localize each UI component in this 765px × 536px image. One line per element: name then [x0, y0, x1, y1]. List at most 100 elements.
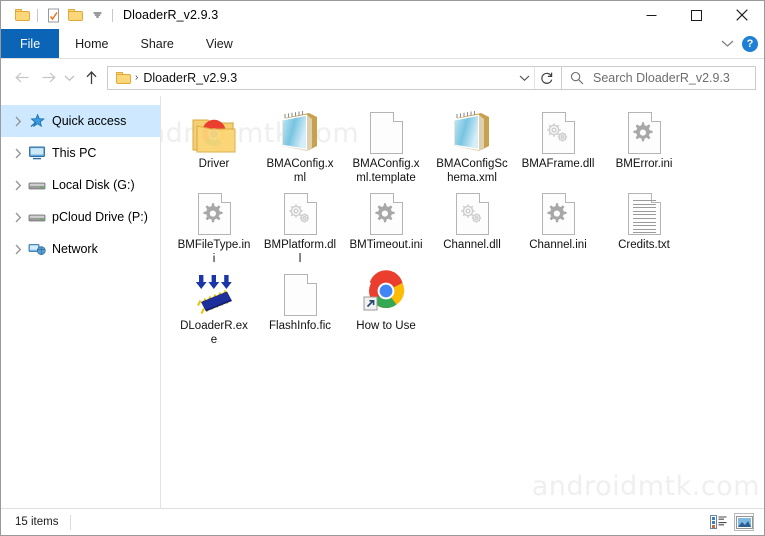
large-icons-view-button[interactable]: [734, 513, 754, 531]
sidebar-item-this-pc[interactable]: This PC: [1, 137, 160, 169]
help-icon[interactable]: ?: [742, 35, 758, 52]
qat-divider-1: [37, 8, 38, 22]
file-name: FlashInfo.fic: [269, 320, 331, 332]
customize-dropdown-icon[interactable]: [86, 4, 108, 26]
window-controls: [629, 1, 764, 29]
search-box[interactable]: Search DloaderR_v2.9.3: [562, 65, 756, 90]
file-name: BMPlatform.dll: [263, 239, 337, 265]
file-name: Credits.txt: [618, 239, 670, 251]
chevron-right-icon[interactable]: [9, 244, 26, 255]
title-bar: DloaderR_v2.9.3: [1, 1, 764, 29]
status-bar: 15 items: [1, 508, 764, 535]
sidebar-item-pcloud-drive-p[interactable]: pCloud Drive (P:): [1, 201, 160, 233]
breadcrumb-current[interactable]: DloaderR_v2.9.3: [143, 71, 237, 85]
window-title: DloaderR_v2.9.3: [123, 8, 219, 22]
item-count-label: 15 items: [15, 516, 59, 528]
search-input[interactable]: Search DloaderR_v2.9.3: [593, 71, 730, 85]
back-button[interactable]: [9, 65, 35, 91]
properties-icon[interactable]: [42, 4, 64, 26]
breadcrumb-separator: ›: [135, 72, 139, 83]
file-list-view[interactable]: androidmtk.com androidmtk.com: [161, 96, 764, 508]
new-folder-icon[interactable]: [64, 4, 86, 26]
chevron-right-icon[interactable]: [9, 148, 26, 159]
file-item[interactable]: BMAConfigSchema.xml: [429, 104, 515, 185]
file-name: Channel.ini: [529, 239, 587, 251]
chrome-shortcut-icon: [362, 270, 410, 316]
minimize-button[interactable]: [629, 1, 674, 29]
file-item[interactable]: BMTimeout.ini: [343, 185, 429, 266]
file-item[interactable]: Channel.ini: [515, 185, 601, 266]
exe-chip-icon: [190, 270, 238, 316]
sidebar-item-label: This PC: [52, 146, 97, 160]
file-name: BMTimeout.ini: [349, 239, 423, 251]
monitor-icon: [26, 145, 48, 161]
file-item[interactable]: BMAFrame.dll: [515, 104, 601, 185]
star-icon: [26, 113, 48, 130]
file-name: BMAFrame.dll: [521, 158, 595, 170]
address-bar[interactable]: › DloaderR_v2.9.3: [107, 65, 562, 90]
blank-file-icon: [362, 108, 410, 154]
recent-locations-icon[interactable]: [61, 65, 78, 91]
status-divider: [70, 514, 72, 530]
file-explorer-window: DloaderR_v2.9.3 File Home Share View ? ›…: [0, 0, 765, 536]
sidebar-item-label: Local Disk (G:): [52, 178, 135, 192]
xml-file-icon: [276, 108, 324, 154]
file-item[interactable]: BMError.ini: [601, 104, 687, 185]
close-button[interactable]: [719, 1, 764, 29]
file-name: Driver: [198, 158, 230, 170]
navigation-bar: › DloaderR_v2.9.3 Search DloaderR_v2.9.3: [1, 59, 764, 96]
tab-view[interactable]: View: [190, 29, 249, 58]
tab-home[interactable]: Home: [59, 29, 124, 58]
ini-file-icon: [190, 189, 238, 235]
file-item[interactable]: BMAConfig.xml.template: [343, 104, 429, 185]
file-name: BMAConfig.xml.template: [352, 158, 420, 184]
details-view-button[interactable]: [708, 513, 728, 531]
sidebar-item-label: Network: [52, 242, 98, 256]
chevron-right-icon[interactable]: [9, 180, 26, 191]
chevron-right-icon[interactable]: [9, 116, 26, 127]
drive-icon: [26, 211, 48, 224]
file-item[interactable]: Channel.dll: [429, 185, 515, 266]
sidebar-item-quick-access[interactable]: Quick access: [1, 105, 160, 137]
file-name: Channel.dll: [443, 239, 501, 251]
maximize-button[interactable]: [674, 1, 719, 29]
drive-icon: [26, 179, 48, 192]
file-item[interactable]: Credits.txt: [601, 185, 687, 266]
file-name: BMAConfigSchema.xml: [436, 158, 508, 184]
ini-file-icon: [534, 189, 582, 235]
navigation-pane: Quick access This PC Local Disk (G:) pCl…: [1, 96, 161, 508]
sidebar-item-network[interactable]: Network: [1, 233, 160, 265]
ribbon-tab-bar: File Home Share View ?: [1, 29, 764, 59]
dll-file-icon: [276, 189, 324, 235]
file-item[interactable]: Driver: [171, 104, 257, 185]
tab-share[interactable]: Share: [125, 29, 190, 58]
file-name: BMError.ini: [615, 158, 673, 170]
file-item[interactable]: How to Use: [343, 266, 429, 347]
file-grid: Driver BMAConfig.xml BMAConfig.xml.templ…: [161, 96, 764, 347]
file-item[interactable]: BMFileType.ini: [171, 185, 257, 266]
file-item[interactable]: FlashInfo.fic: [257, 266, 343, 347]
chevron-right-icon[interactable]: [9, 212, 26, 223]
address-dropdown-icon[interactable]: [514, 67, 534, 89]
breadcrumb[interactable]: › DloaderR_v2.9.3: [114, 71, 514, 85]
file-item[interactable]: DLoaderR.exe: [171, 266, 257, 347]
search-icon: [570, 71, 584, 84]
xml-file-icon: [448, 108, 496, 154]
forward-button[interactable]: [35, 65, 61, 91]
breadcrumb-folder-icon: [116, 71, 131, 84]
tab-file[interactable]: File: [1, 29, 60, 58]
file-item[interactable]: BMAConfig.xml: [257, 104, 343, 185]
file-item[interactable]: BMPlatform.dll: [257, 185, 343, 266]
folder-icon[interactable]: [11, 4, 33, 26]
network-icon: [26, 241, 48, 257]
up-button[interactable]: [78, 65, 104, 91]
expand-ribbon-icon[interactable]: [721, 35, 734, 53]
explorer-body: Quick access This PC Local Disk (G:) pCl…: [1, 96, 764, 508]
qat-divider-2: [112, 8, 113, 22]
sidebar-item-local-disk-g[interactable]: Local Disk (G:): [1, 169, 160, 201]
file-name: DLoaderR.exe: [180, 320, 248, 346]
refresh-icon[interactable]: [535, 67, 559, 89]
blank-file-icon: [276, 270, 324, 316]
watermark-bottom: androidmtk.com: [531, 471, 760, 502]
folder-chrome-icon: [190, 108, 238, 154]
